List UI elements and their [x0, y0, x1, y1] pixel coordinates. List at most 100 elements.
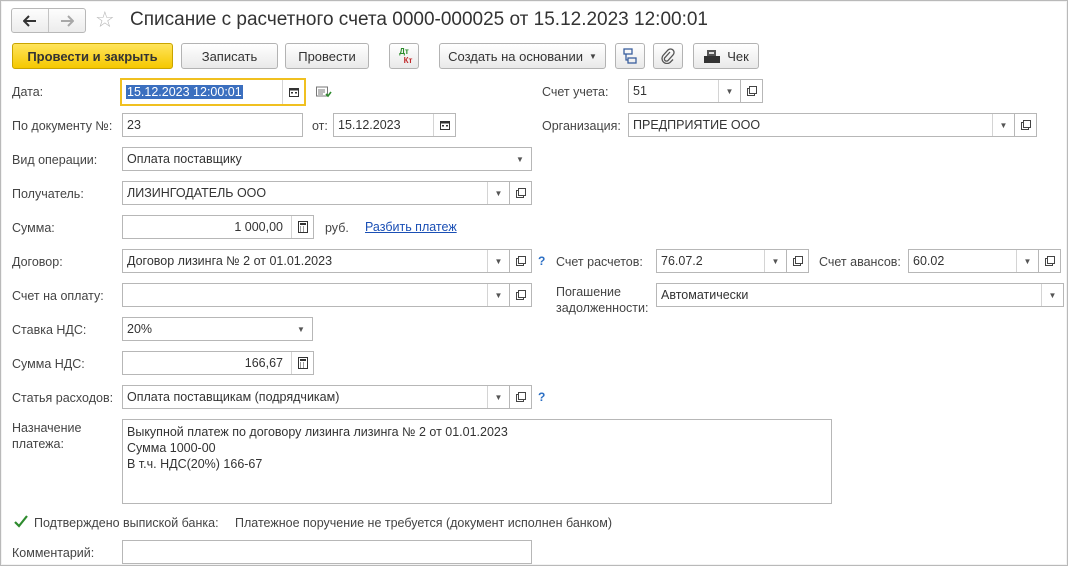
- advance-account-label: Счет авансов:: [819, 255, 901, 269]
- arrow-right-icon[interactable]: [48, 9, 85, 32]
- split-payment-link[interactable]: Разбить платеж: [365, 220, 457, 234]
- currency-label: руб.: [325, 221, 349, 235]
- open-icon[interactable]: [787, 249, 809, 273]
- chevron-down-icon[interactable]: ▼: [487, 386, 509, 408]
- purpose-line-2: Сумма 1000-00: [127, 441, 216, 455]
- from-label: от:: [312, 119, 328, 133]
- calculator-icon[interactable]: [291, 352, 313, 374]
- open-icon[interactable]: [510, 249, 532, 273]
- calendar-icon[interactable]: [433, 114, 455, 136]
- dt-icon: Дт: [399, 47, 409, 56]
- contract-value: Договор лизинга № 2 от 01.01.2023: [127, 254, 333, 268]
- open-icon[interactable]: [1039, 249, 1061, 273]
- chevron-down-icon[interactable]: ▼: [487, 284, 509, 306]
- sum-value: 1 000,00: [234, 220, 283, 234]
- recipient-value: ЛИЗИНГОДАТЕЛЬ ООО: [127, 186, 267, 200]
- organization-field[interactable]: ПРЕДПРИЯТИЕ ООО ▼: [628, 113, 1015, 137]
- bank-confirmed-label: Подтверждено выпиской банка:: [34, 516, 219, 530]
- open-icon[interactable]: [510, 385, 532, 409]
- doc-date-field[interactable]: 15.12.2023: [333, 113, 456, 137]
- structure-icon: [623, 48, 637, 64]
- chevron-down-icon[interactable]: ▼: [1041, 284, 1063, 306]
- invoice-field[interactable]: ▼: [122, 283, 510, 307]
- organization-label: Организация:: [542, 119, 621, 133]
- advance-account-value: 60.02: [913, 254, 945, 268]
- post-button[interactable]: Провести: [285, 43, 369, 69]
- recipient-field[interactable]: ЛИЗИНГОДАТЕЛЬ ООО ▼: [122, 181, 510, 205]
- settlement-account-value: 76.07.2: [661, 254, 703, 268]
- structure-button[interactable]: [615, 43, 645, 69]
- operation-type-select[interactable]: Оплата поставщику ▼: [122, 147, 532, 171]
- vat-rate-select[interactable]: 20% ▼: [122, 317, 313, 341]
- expense-item-value: Оплата поставщикам (подрядчикам): [127, 390, 340, 404]
- operation-type-value: Оплата поставщику: [127, 152, 242, 166]
- chevron-down-icon[interactable]: ▼: [992, 114, 1014, 136]
- post-and-close-button[interactable]: Провести и закрыть: [12, 43, 173, 69]
- kt-icon: Кт: [403, 56, 413, 65]
- account-value: 51: [633, 84, 647, 98]
- create-based-on-label: Создать на основании: [448, 48, 583, 64]
- account-field[interactable]: 51 ▼: [628, 79, 741, 103]
- chevron-down-icon[interactable]: ▼: [487, 250, 509, 272]
- purpose-line-3: В т.ч. НДС(20%) 166-67: [127, 457, 263, 471]
- repayment-label-line2: задолженности:: [556, 301, 649, 315]
- open-icon[interactable]: [510, 181, 532, 205]
- chevron-down-icon[interactable]: ▼: [764, 250, 786, 272]
- help-icon[interactable]: ?: [538, 254, 545, 268]
- repayment-value: Автоматически: [661, 288, 749, 302]
- vat-rate-value: 20%: [127, 322, 153, 336]
- account-label: Счет учета:: [542, 85, 609, 99]
- attach-button[interactable]: [653, 43, 683, 69]
- open-icon[interactable]: [1015, 113, 1037, 137]
- doc-number-value: 23: [127, 118, 141, 132]
- recipient-label: Получатель:: [12, 187, 84, 201]
- dt-kt-button[interactable]: Дт Кт: [389, 43, 419, 69]
- chevron-down-icon[interactable]: ▼: [718, 80, 740, 102]
- check-button[interactable]: Чек: [693, 43, 759, 69]
- organization-value: ПРЕДПРИЯТИЕ ООО: [633, 118, 761, 132]
- cash-register-icon: [704, 50, 721, 63]
- paperclip-icon: [661, 48, 675, 64]
- comment-input[interactable]: [122, 540, 532, 564]
- purpose-label-line1: Назначение: [12, 421, 82, 435]
- doc-date-value: 15.12.2023: [338, 118, 401, 132]
- date-value: 15.12.2023 12:00:01: [126, 85, 243, 99]
- settlement-account-label: Счет расчетов:: [556, 255, 643, 269]
- chevron-down-icon[interactable]: ▼: [487, 182, 509, 204]
- create-based-on-button[interactable]: Создать на основании ▼: [439, 43, 606, 69]
- chevron-down-icon[interactable]: ▼: [1016, 250, 1038, 272]
- calendar-icon[interactable]: [282, 80, 304, 104]
- open-icon[interactable]: [741, 79, 763, 103]
- advance-account-field[interactable]: 60.02 ▼: [908, 249, 1039, 273]
- sum-label: Сумма:: [12, 221, 55, 235]
- expense-item-field[interactable]: Оплата поставщикам (подрядчикам) ▼: [122, 385, 510, 409]
- vat-sum-input[interactable]: 166,67: [122, 351, 314, 375]
- purpose-label-line2: платежа:: [12, 437, 64, 451]
- star-icon[interactable]: ☆: [95, 7, 115, 33]
- chevron-down-icon[interactable]: ▼: [290, 318, 312, 340]
- nav-buttons: [11, 8, 86, 33]
- bank-confirmed-checkbox[interactable]: [13, 514, 28, 529]
- repayment-select[interactable]: Автоматически ▼: [656, 283, 1064, 307]
- date-field[interactable]: 15.12.2023 12:00:01: [120, 78, 306, 106]
- contract-label: Договор:: [12, 255, 63, 269]
- history-icon[interactable]: [316, 86, 332, 101]
- doc-number-input[interactable]: 23: [122, 113, 303, 137]
- save-button[interactable]: Записать: [181, 43, 278, 69]
- doc-number-label: По документу №:: [12, 119, 113, 133]
- chevron-down-icon: ▼: [588, 51, 597, 61]
- operation-type-label: Вид операции:: [12, 153, 98, 167]
- settlement-account-field[interactable]: 76.07.2 ▼: [656, 249, 787, 273]
- calculator-icon[interactable]: [291, 216, 313, 238]
- sum-input[interactable]: 1 000,00: [122, 215, 314, 239]
- arrow-left-icon[interactable]: [12, 9, 48, 32]
- expense-item-label: Статья расходов:: [12, 391, 114, 405]
- contract-field[interactable]: Договор лизинга № 2 от 01.01.2023 ▼: [122, 249, 510, 273]
- comment-label: Комментарий:: [12, 546, 95, 560]
- help-icon[interactable]: ?: [538, 390, 545, 404]
- open-icon[interactable]: [510, 283, 532, 307]
- purpose-textarea[interactable]: Выкупной платеж по договору лизинга лизи…: [122, 419, 832, 504]
- chevron-down-icon[interactable]: ▼: [509, 148, 531, 170]
- date-label: Дата:: [12, 85, 44, 99]
- invoice-label: Счет на оплату:: [12, 289, 104, 303]
